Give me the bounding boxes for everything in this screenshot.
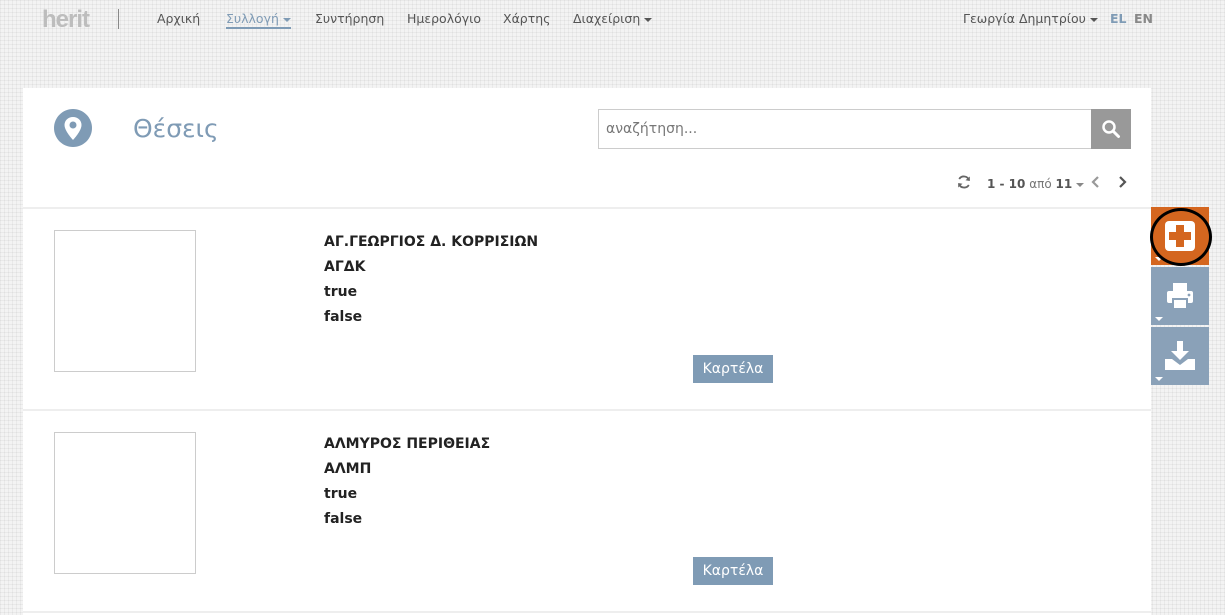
download-icon — [1165, 341, 1195, 370]
search-button[interactable] — [1091, 109, 1131, 149]
page-title: Θέσεις — [133, 114, 219, 143]
map-pin-icon — [54, 109, 92, 147]
app-logo[interactable]: herit — [42, 6, 90, 34]
pager-info[interactable]: 1 - 10 από 11 — [987, 177, 1085, 191]
print-icon — [1167, 283, 1193, 310]
thumbnail — [54, 432, 196, 574]
highlight-ring — [1150, 208, 1212, 266]
main-panel: Θέσεις 1 - 10 από 11 ΑΓ.ΓΕΩΡΓΙΟΣ Δ. ΚΟΡΡ… — [23, 88, 1151, 615]
lang-el-link[interactable]: EL — [1110, 11, 1127, 26]
chevron-right-icon[interactable] — [1115, 174, 1129, 190]
card-button[interactable]: Καρτέλα — [693, 355, 773, 383]
nav-item-admin[interactable]: Διαχείριση — [573, 11, 653, 26]
divider — [23, 611, 1151, 613]
search-icon — [1102, 120, 1120, 138]
card-button[interactable]: Καρτέλα — [693, 557, 773, 585]
pager-of: από — [1029, 177, 1052, 191]
thumbnail — [54, 230, 196, 372]
chevron-down-icon — [1155, 377, 1163, 381]
nav-item-maintenance[interactable]: Συντήρηση — [315, 11, 384, 26]
nav-item-collection-label: Συλλογή — [226, 11, 279, 26]
pager-range: 1 - 10 — [987, 177, 1026, 191]
nav-item-calendar[interactable]: Ημερολόγιο — [407, 11, 481, 26]
logo-divider — [118, 9, 119, 29]
pager-total: 11 — [1055, 177, 1073, 191]
lang-en-link[interactable]: EN — [1134, 11, 1153, 26]
list-item: ΑΛΜΥΡΟΣ ΠΕΡΙΘΕΙΑΣ ΑΛΜΠ true false Καρτέλ… — [23, 411, 1151, 611]
refresh-icon[interactable] — [956, 174, 972, 190]
site-flag-2: false — [324, 511, 363, 527]
chevron-down-icon — [282, 17, 291, 22]
print-button[interactable] — [1151, 267, 1209, 325]
site-flag-1: true — [324, 486, 358, 502]
chevron-down-icon — [1076, 182, 1085, 187]
site-flag-1: true — [324, 284, 358, 300]
user-name: Γεωργία Δημητρίου — [963, 11, 1086, 26]
site-code: ΑΛΜΠ — [324, 461, 372, 477]
nav-item-collection[interactable]: Συλλογή — [226, 11, 291, 29]
site-flag-2: false — [324, 309, 363, 325]
chevron-left-icon[interactable] — [1089, 174, 1103, 190]
chevron-down-icon — [644, 17, 653, 22]
search-input[interactable] — [598, 109, 1092, 149]
top-navbar: herit Αρχική Συλλογή Συντήρηση Ημερολόγι… — [0, 0, 1225, 38]
user-menu[interactable]: Γεωργία Δημητρίου — [963, 11, 1098, 26]
site-code: ΑΓΔΚ — [324, 259, 366, 275]
list-item: ΑΓ.ΓΕΩΡΓΙΟΣ Δ. ΚΟΡΡΙΣΙΩΝ ΑΓΔΚ true false… — [23, 209, 1151, 409]
site-name: ΑΛΜΥΡΟΣ ΠΕΡΙΘΕΙΑΣ — [324, 436, 491, 452]
nav-item-home[interactable]: Αρχική — [157, 11, 200, 26]
chevron-down-icon — [1155, 317, 1163, 321]
nav-item-admin-label: Διαχείριση — [573, 11, 641, 26]
site-name: ΑΓ.ΓΕΩΡΓΙΟΣ Δ. ΚΟΡΡΙΣΙΩΝ — [324, 234, 539, 250]
nav-item-map[interactable]: Χάρτης — [503, 11, 551, 26]
download-button[interactable] — [1151, 327, 1209, 385]
chevron-down-icon — [1089, 17, 1098, 22]
